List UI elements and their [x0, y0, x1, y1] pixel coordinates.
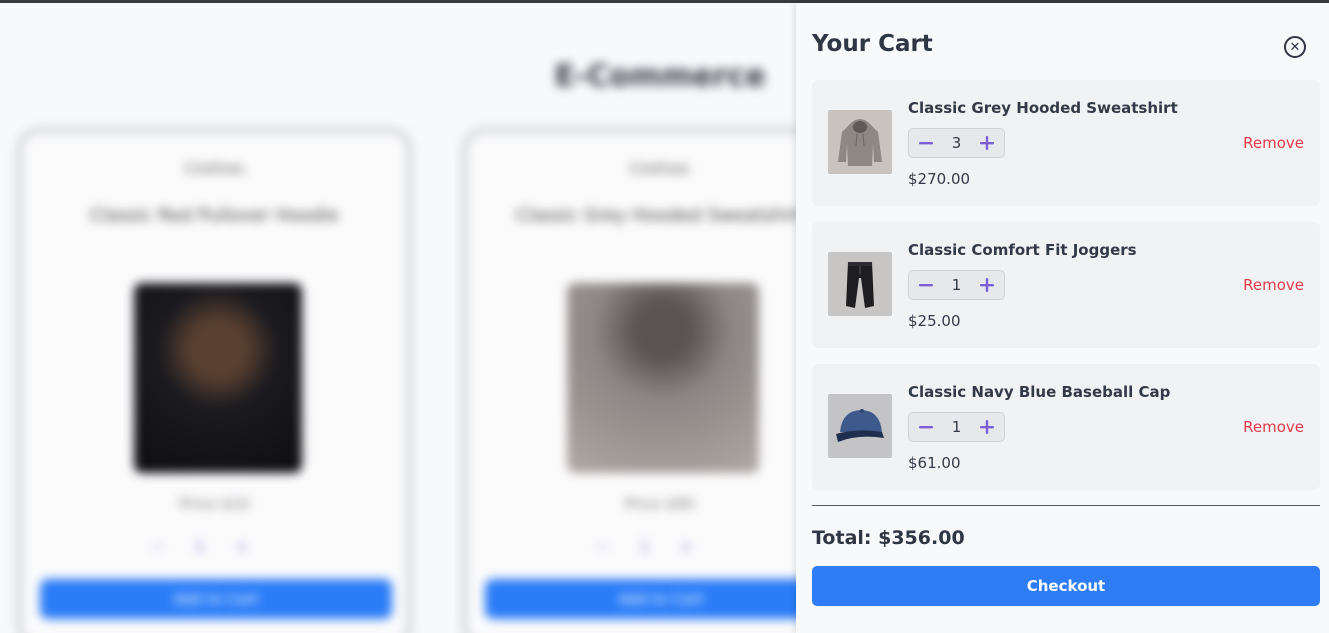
add-to-cart-button: Add to Cart: [485, 579, 837, 619]
remove-button[interactable]: Remove: [1243, 418, 1304, 436]
remove-button[interactable]: Remove: [1243, 134, 1304, 152]
cart-total: Total: $356.00: [812, 527, 965, 549]
product-image: [134, 283, 302, 473]
increase-button[interactable]: [976, 416, 998, 438]
quantity-stepper: 1: [908, 270, 1005, 300]
decrease-button[interactable]: [915, 132, 937, 154]
divider: [812, 505, 1320, 506]
cart-item: Classic Comfort Fit Joggers 1 $25.00 Rem…: [812, 222, 1320, 348]
product-category: Clothes: [629, 159, 690, 178]
minus-icon: [919, 284, 933, 287]
plus-icon: [979, 278, 994, 292]
minus-icon: [919, 426, 933, 429]
remove-button[interactable]: Remove: [1243, 276, 1304, 294]
close-icon[interactable]: ✕: [1284, 36, 1306, 58]
decrease-button[interactable]: [915, 416, 937, 438]
quantity-value: 1: [951, 418, 962, 436]
increase-button[interactable]: [976, 274, 998, 296]
cart-item-name: Classic Navy Blue Baseball Cap: [908, 383, 1171, 401]
quantity-stepper: 3: [908, 128, 1005, 158]
product-image: [567, 283, 759, 473]
product-quantity: −1+: [151, 537, 278, 556]
grey-hoodie-thumbnail: [828, 110, 892, 174]
cart-title: Your Cart: [812, 31, 933, 57]
quantity-value: 3: [951, 134, 962, 152]
product-category: Clothes: [184, 159, 245, 178]
product-quantity: −1+: [596, 537, 723, 556]
cart-item-price: $61.00: [908, 454, 961, 472]
cart-item-price: $25.00: [908, 312, 961, 330]
cart-item-name: Classic Comfort Fit Joggers: [908, 241, 1137, 259]
cart-item: Classic Grey Hooded Sweatshirt 3 $270.00…: [812, 80, 1320, 206]
product-name: Classic Grey Hooded Sweatshirt: [515, 205, 804, 226]
minus-icon: [919, 142, 933, 145]
quantity-stepper: 1: [908, 412, 1005, 442]
cart-drawer: Your Cart ✕ Classic Grey Hooded Sweatshi…: [796, 3, 1329, 633]
plus-icon: [979, 420, 994, 434]
cart-item-price: $270.00: [908, 170, 971, 188]
product-card: Clothes Classic Red Pullover Hoodie Pric…: [17, 128, 412, 633]
add-to-cart-button: Add to Cart: [40, 579, 392, 619]
black-joggers-thumbnail: [828, 252, 892, 316]
product-price: Price $10: [179, 495, 250, 513]
quantity-value: 1: [951, 276, 962, 294]
product-price: Price $90: [624, 495, 695, 513]
navy-cap-thumbnail: [828, 394, 892, 458]
cart-item: Classic Navy Blue Baseball Cap 1 $61.00 …: [812, 364, 1320, 490]
decrease-button[interactable]: [915, 274, 937, 296]
cart-item-name: Classic Grey Hooded Sweatshirt: [908, 99, 1178, 117]
checkout-button[interactable]: Checkout: [812, 566, 1320, 606]
plus-icon: [979, 136, 994, 150]
product-name: Classic Red Pullover Hoodie: [90, 205, 339, 226]
increase-button[interactable]: [976, 132, 998, 154]
